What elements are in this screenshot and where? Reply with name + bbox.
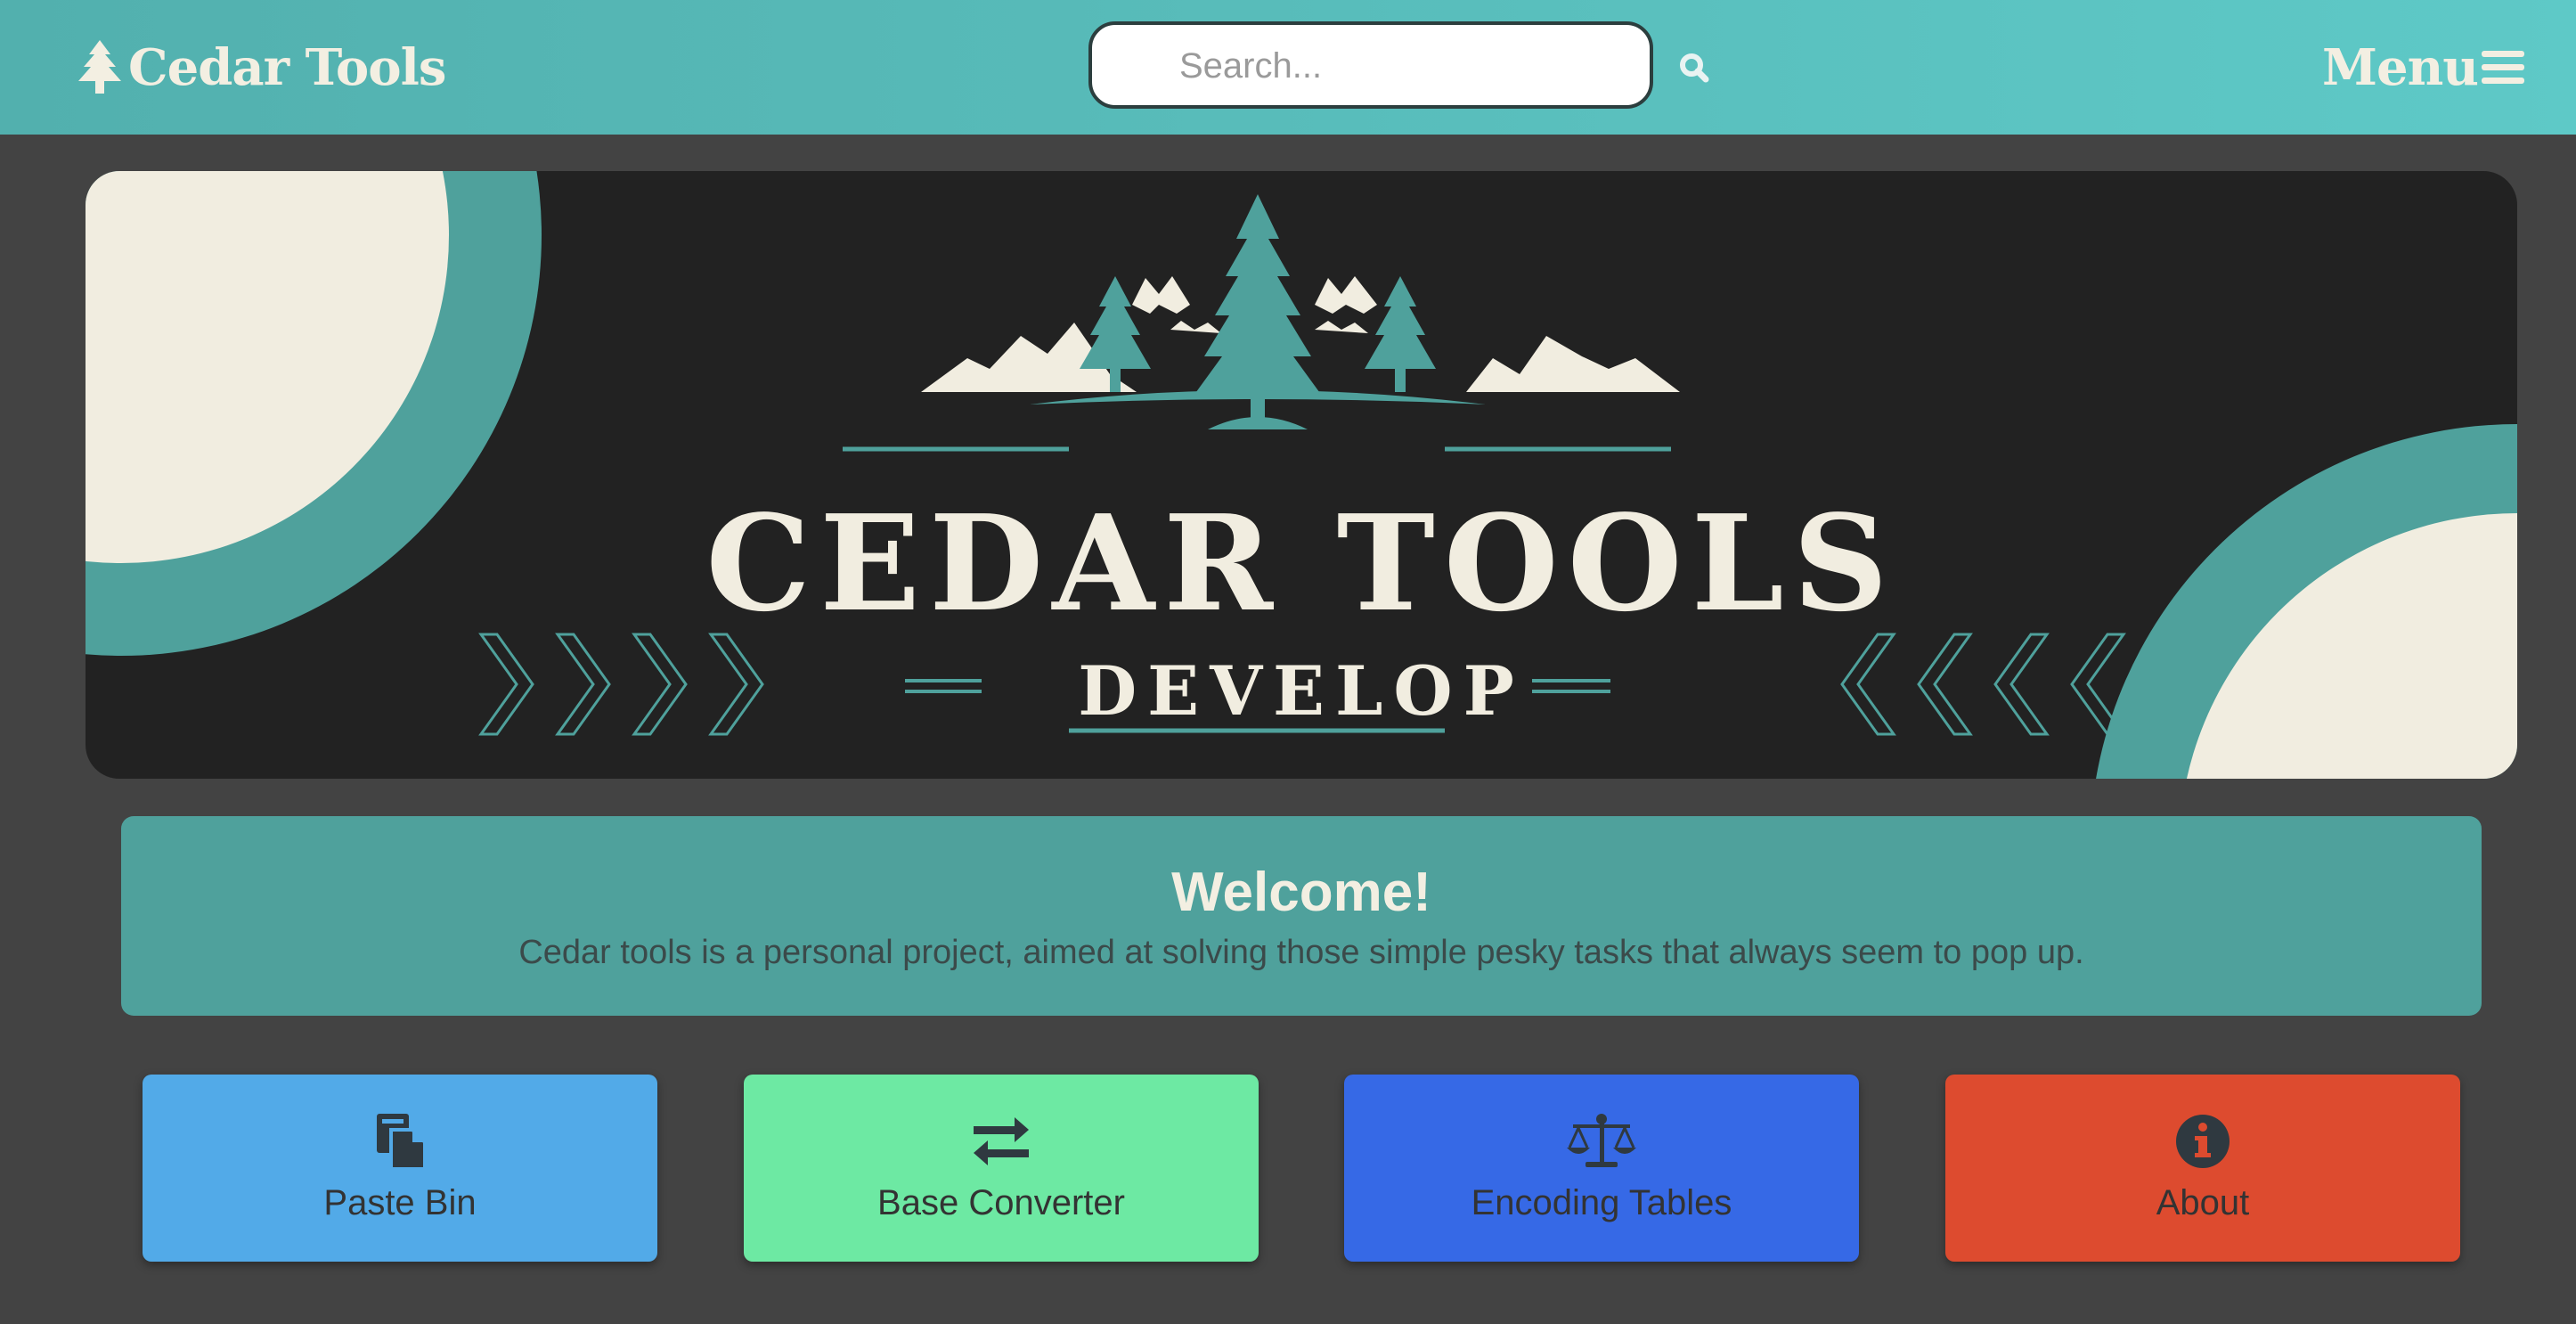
hero-banner: CEDAR TOOLS DEVELOP (86, 171, 2517, 779)
welcome-text: Cedar tools is a personal project, aimed… (518, 934, 2084, 971)
paste-icon (377, 1114, 427, 1171)
exchange-arrows-icon (974, 1117, 1029, 1165)
menu-label: Menu (2321, 38, 2479, 97)
cedar-trees-icon (1030, 194, 1486, 429)
tool-about-button[interactable]: About (1945, 1075, 2460, 1262)
tool-base-converter-button[interactable]: Base Converter (744, 1075, 1259, 1262)
welcome-card: Welcome! Cedar tools is a personal proje… (121, 816, 2482, 1016)
search-icon (1680, 53, 1709, 83)
info-icon (2176, 1115, 2230, 1168)
tree-icon (78, 40, 121, 94)
tool-label: Encoding Tables (1471, 1183, 1732, 1222)
menu-button[interactable]: Menu (2322, 34, 2524, 102)
tool-label: Base Converter (877, 1183, 1125, 1222)
tool-encoding-tables-button[interactable]: Encoding Tables (1344, 1075, 1859, 1262)
search-input[interactable] (1178, 25, 1626, 107)
navbar: Cedar Tools Menu (0, 0, 2576, 135)
search-box (1088, 21, 1653, 109)
mountain-icon (921, 276, 1221, 392)
brand-link[interactable]: Cedar Tools (77, 34, 446, 102)
banner-title: CEDAR TOOLS (705, 486, 1897, 641)
scale-icon (1567, 1114, 1636, 1167)
welcome-heading: Welcome! (1171, 862, 1431, 923)
tool-label: About (2156, 1183, 2250, 1222)
banner-subtitle: DEVELOP (1078, 651, 1525, 731)
brand-label: Cedar Tools (128, 38, 446, 97)
search-button[interactable] (1675, 48, 1714, 87)
tool-label: Paste Bin (323, 1183, 477, 1222)
hamburger-icon (2482, 51, 2524, 84)
mountain-icon (1315, 276, 1680, 392)
tool-paste-bin-button[interactable]: Paste Bin (143, 1075, 657, 1262)
